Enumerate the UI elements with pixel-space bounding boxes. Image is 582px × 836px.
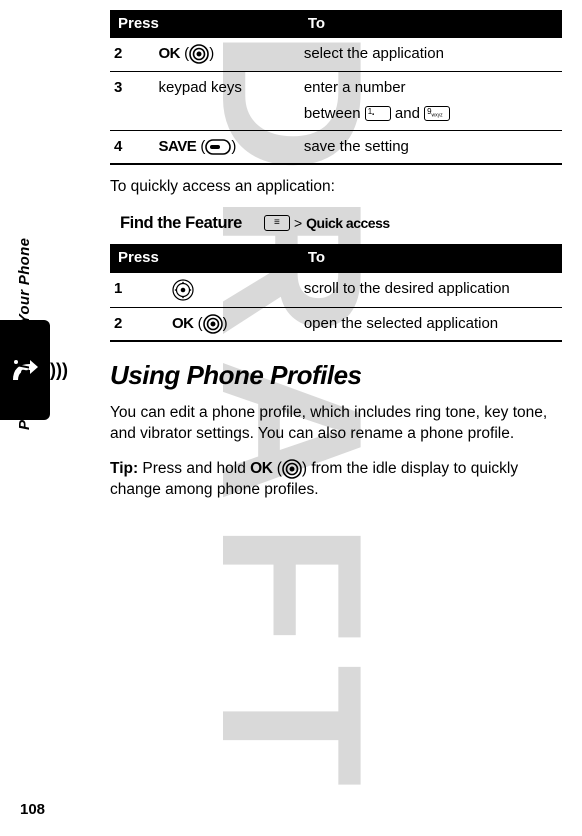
- tip-text: Tip: Press and hold OK () from the idle …: [110, 459, 562, 501]
- step-action: open the selected application: [300, 307, 562, 341]
- find-feature-row: Find the Feature > Quick access: [120, 212, 562, 234]
- nav-wheel-icon: [172, 279, 194, 301]
- step-press: keypad keys: [155, 71, 300, 131]
- right-softkey-icon: [205, 139, 231, 155]
- page-content: Press To 2 OK ( ) select the application…: [0, 0, 582, 501]
- table-row: 3 keypad keys enter a number between 1• …: [110, 71, 562, 131]
- path-separator: >: [294, 214, 302, 233]
- col-header-press: Press: [110, 244, 300, 272]
- ok-key-icon: [282, 459, 302, 479]
- col-header-to: To: [300, 10, 562, 38]
- step-action: save the setting: [300, 131, 562, 165]
- menu-path-item: Quick access: [306, 214, 390, 233]
- menu-key-icon: [264, 215, 290, 231]
- page-number: 108: [20, 801, 45, 818]
- step-number: 4: [110, 131, 155, 165]
- sound-waves-right-icon: ))): [50, 360, 68, 381]
- step-action: scroll to the desired application: [300, 273, 562, 308]
- instruction-table-2: Press To 1 scroll to the desired applica…: [110, 244, 562, 342]
- section-heading: Using Phone Profiles: [110, 358, 562, 393]
- softkey-label: SAVE: [159, 138, 197, 155]
- table-row: 2 OK ( ) select the application: [110, 38, 562, 71]
- softkey-label: OK: [172, 315, 194, 332]
- softkey-label: OK: [159, 45, 181, 62]
- instruction-table-1: Press To 2 OK ( ) select the application…: [110, 10, 562, 165]
- step-number: 1: [110, 273, 168, 308]
- section-side-label: Personalizing Your Phone: [16, 238, 33, 430]
- step-action: select the application: [300, 38, 562, 71]
- table-row: 1 scroll to the desired application: [110, 273, 562, 308]
- table-row: 2 OK ( ) open the selected application: [110, 307, 562, 341]
- step-action: enter a number between 1• and 9wxyz: [300, 71, 562, 131]
- ok-key-icon: [203, 314, 223, 334]
- ok-key-icon: [189, 44, 209, 64]
- find-feature-label: Find the Feature: [120, 212, 242, 234]
- body-text: You can edit a phone profile, which incl…: [110, 403, 562, 445]
- step-number: 3: [110, 71, 155, 131]
- step-number: 2: [110, 38, 155, 71]
- table-row: 4 SAVE ( ) save the setting: [110, 131, 562, 165]
- step-number: 2: [110, 307, 168, 341]
- keypad-9-icon: 9wxyz: [424, 106, 450, 121]
- col-header-press: Press: [110, 10, 300, 38]
- keypad-1-icon: 1•: [365, 106, 391, 121]
- body-text: To quickly access an application:: [110, 177, 562, 198]
- col-header-to: To: [300, 244, 562, 272]
